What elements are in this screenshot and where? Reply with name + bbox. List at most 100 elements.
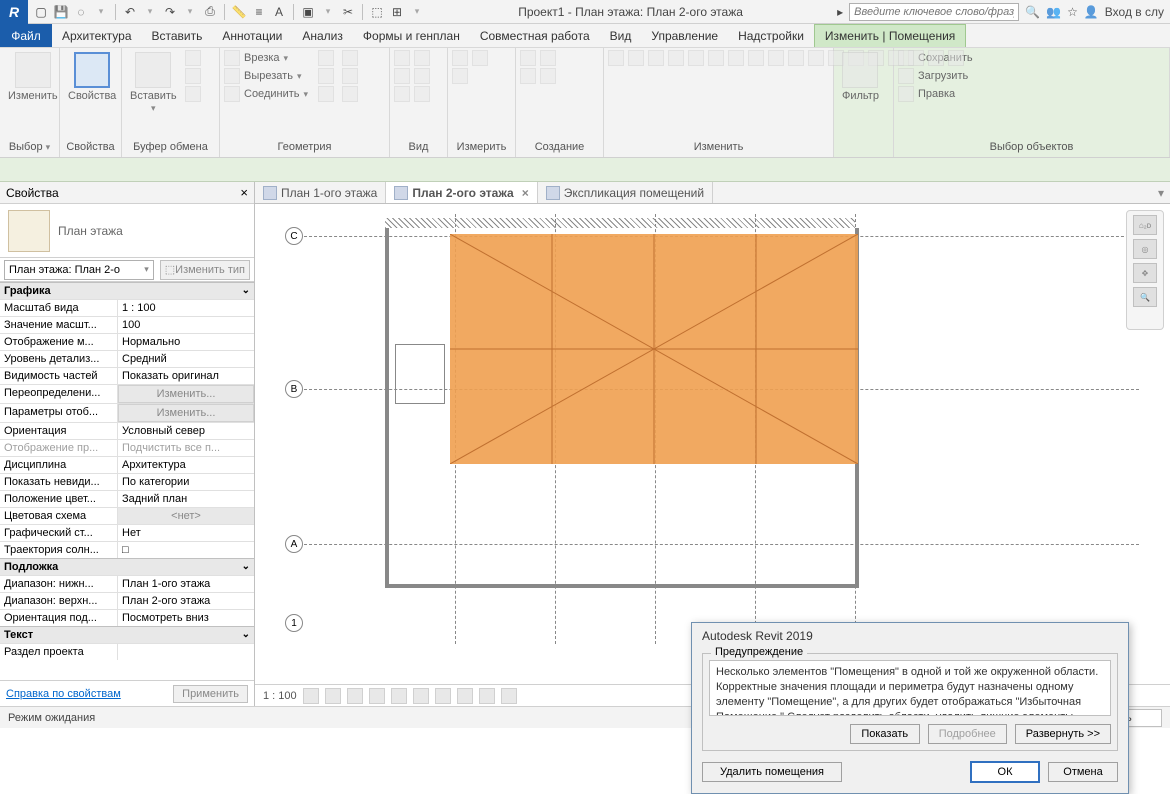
shadows-icon[interactable] <box>369 688 385 704</box>
property-row[interactable]: Показать невиди...По категории <box>0 473 254 490</box>
group-extent[interactable]: Подложка⌄ <box>0 558 254 575</box>
view-tab[interactable]: План 1-ого этажа <box>255 182 386 203</box>
align-icon[interactable]: ≡ <box>250 3 268 21</box>
close-icon[interactable]: ⊞ <box>388 3 406 21</box>
md6-icon[interactable] <box>708 50 724 66</box>
switch-icon[interactable]: ⬚ <box>368 3 386 21</box>
c4-icon[interactable] <box>540 68 556 84</box>
view2-icon[interactable] <box>394 68 410 84</box>
nav-pan-icon[interactable]: ✥ <box>1133 263 1157 283</box>
visual-style-icon[interactable] <box>325 688 341 704</box>
view4-icon[interactable] <box>414 50 430 66</box>
md18-icon[interactable] <box>948 50 964 66</box>
property-row[interactable]: Ориентация под...Посмотреть вниз <box>0 609 254 626</box>
grid-bubble-1[interactable]: 1 <box>285 614 303 632</box>
cut-geom-button[interactable]: Вырезать ▾ <box>224 68 308 84</box>
view3-icon[interactable] <box>394 86 410 102</box>
drawing-canvas[interactable]: C B A 1 <box>255 204 1170 684</box>
copy-button[interactable] <box>185 50 201 66</box>
scale-label[interactable]: 1 : 100 <box>263 690 297 702</box>
property-value[interactable]: <нет> <box>118 508 254 524</box>
grid-bubble-b[interactable]: B <box>285 380 303 398</box>
detail-level-icon[interactable] <box>303 688 319 704</box>
tab-insert[interactable]: Вставить <box>142 24 213 47</box>
grid-bubble-c[interactable]: C <box>285 227 303 245</box>
tab-massing[interactable]: Формы и генплан <box>353 24 470 47</box>
md1-icon[interactable] <box>608 50 624 66</box>
md9-icon[interactable] <box>768 50 784 66</box>
show-button[interactable]: Показать <box>850 724 920 744</box>
property-row[interactable]: Видимость частейПоказать оригинал <box>0 367 254 384</box>
md17-icon[interactable] <box>928 50 944 66</box>
expand-button[interactable]: Развернуть >> <box>1015 724 1111 744</box>
property-value[interactable]: Условный север <box>118 423 254 439</box>
tab-addins[interactable]: Надстройки <box>728 24 814 47</box>
box-icon[interactable]: ▣ <box>299 3 317 21</box>
md8-icon[interactable] <box>748 50 764 66</box>
hide-icon[interactable] <box>435 688 451 704</box>
dropdown-icon[interactable]: ▸ <box>837 5 843 19</box>
property-row[interactable]: Диапазон: нижн...План 1-ого этажа <box>0 575 254 592</box>
view1-icon[interactable] <box>394 50 410 66</box>
property-value[interactable]: □ <box>118 542 254 558</box>
extra1-icon[interactable] <box>479 688 495 704</box>
group-text[interactable]: Текст⌄ <box>0 626 254 643</box>
match-button[interactable] <box>185 86 201 102</box>
tab-collaborate[interactable]: Совместная работа <box>470 24 600 47</box>
m3-icon[interactable] <box>472 50 488 66</box>
print-icon[interactable]: ⎙ <box>201 3 219 21</box>
reveal-icon[interactable] <box>457 688 473 704</box>
measure-icon[interactable]: 📏 <box>230 3 248 21</box>
property-row[interactable]: Положение цвет...Задний план <box>0 490 254 507</box>
tab-analyze[interactable]: Анализ <box>292 24 353 47</box>
md5-icon[interactable] <box>688 50 704 66</box>
comm-icon[interactable]: 👥 <box>1046 5 1061 19</box>
apply-button[interactable]: Применить <box>173 685 248 703</box>
sync-icon[interactable]: ◌ <box>72 3 90 21</box>
md4-icon[interactable] <box>668 50 684 66</box>
cope-button[interactable]: Врезка ▾ <box>224 50 308 66</box>
m1-icon[interactable] <box>452 50 468 66</box>
geom3-button[interactable] <box>318 86 334 102</box>
section-icon[interactable]: ✂ <box>339 3 357 21</box>
properties-selector[interactable]: План этажа: План 2-о▾ <box>4 260 154 280</box>
nav-wheel-icon[interactable]: ◎ <box>1133 239 1157 259</box>
property-value[interactable]: Нет <box>118 525 254 541</box>
sun-path-icon[interactable] <box>347 688 363 704</box>
geom1-button[interactable] <box>318 50 334 66</box>
view-tabs-overflow-icon[interactable]: ▾ <box>1152 186 1170 200</box>
infocenter-icon[interactable]: 🔍 <box>1025 5 1040 19</box>
property-row[interactable]: Отображение пр...Подчистить все п... <box>0 439 254 456</box>
nav-zoom-icon[interactable]: 🔍 <box>1133 287 1157 307</box>
property-row[interactable]: Переопределени...Изменить... <box>0 384 254 403</box>
tab-architecture[interactable]: Архитектура <box>52 24 142 47</box>
text-icon[interactable]: A <box>270 3 288 21</box>
property-row[interactable]: Параметры отоб...Изменить... <box>0 403 254 422</box>
ok-button[interactable]: ОК <box>970 761 1040 783</box>
md10-icon[interactable] <box>788 50 804 66</box>
cancel-button[interactable]: Отмена <box>1048 762 1118 782</box>
property-row[interactable]: ДисциплинаАрхитектура <box>0 456 254 473</box>
close-tab-icon[interactable]: × <box>522 186 529 200</box>
c1-icon[interactable] <box>520 50 536 66</box>
geom2-button[interactable] <box>318 68 334 84</box>
property-value[interactable] <box>118 644 254 660</box>
modify-button[interactable]: Изменить <box>4 50 62 104</box>
nav-2d-icon[interactable]: ⌂₂ᴅ <box>1133 215 1157 235</box>
property-value[interactable]: Показать оригинал <box>118 368 254 384</box>
view6-icon[interactable] <box>414 86 430 102</box>
property-row[interactable]: Отображение м...Нормально <box>0 333 254 350</box>
c2-icon[interactable] <box>520 68 536 84</box>
property-row[interactable]: Значение масшт...100 <box>0 316 254 333</box>
property-value[interactable]: Изменить... <box>118 385 254 403</box>
save-icon[interactable]: 💾 <box>52 3 70 21</box>
edit-type-button[interactable]: ⬚ Изменить тип <box>160 260 250 280</box>
property-value[interactable]: План 2-ого этажа <box>118 593 254 609</box>
crop-icon[interactable] <box>391 688 407 704</box>
cut-button[interactable] <box>185 68 201 84</box>
properties-help-link[interactable]: Справка по свойствам <box>6 688 121 700</box>
property-row[interactable]: ОриентацияУсловный север <box>0 422 254 439</box>
property-value[interactable]: 1 : 100 <box>118 300 254 316</box>
property-value[interactable]: Посмотреть вниз <box>118 610 254 626</box>
paste-button[interactable]: Вставить▾ <box>126 50 181 116</box>
